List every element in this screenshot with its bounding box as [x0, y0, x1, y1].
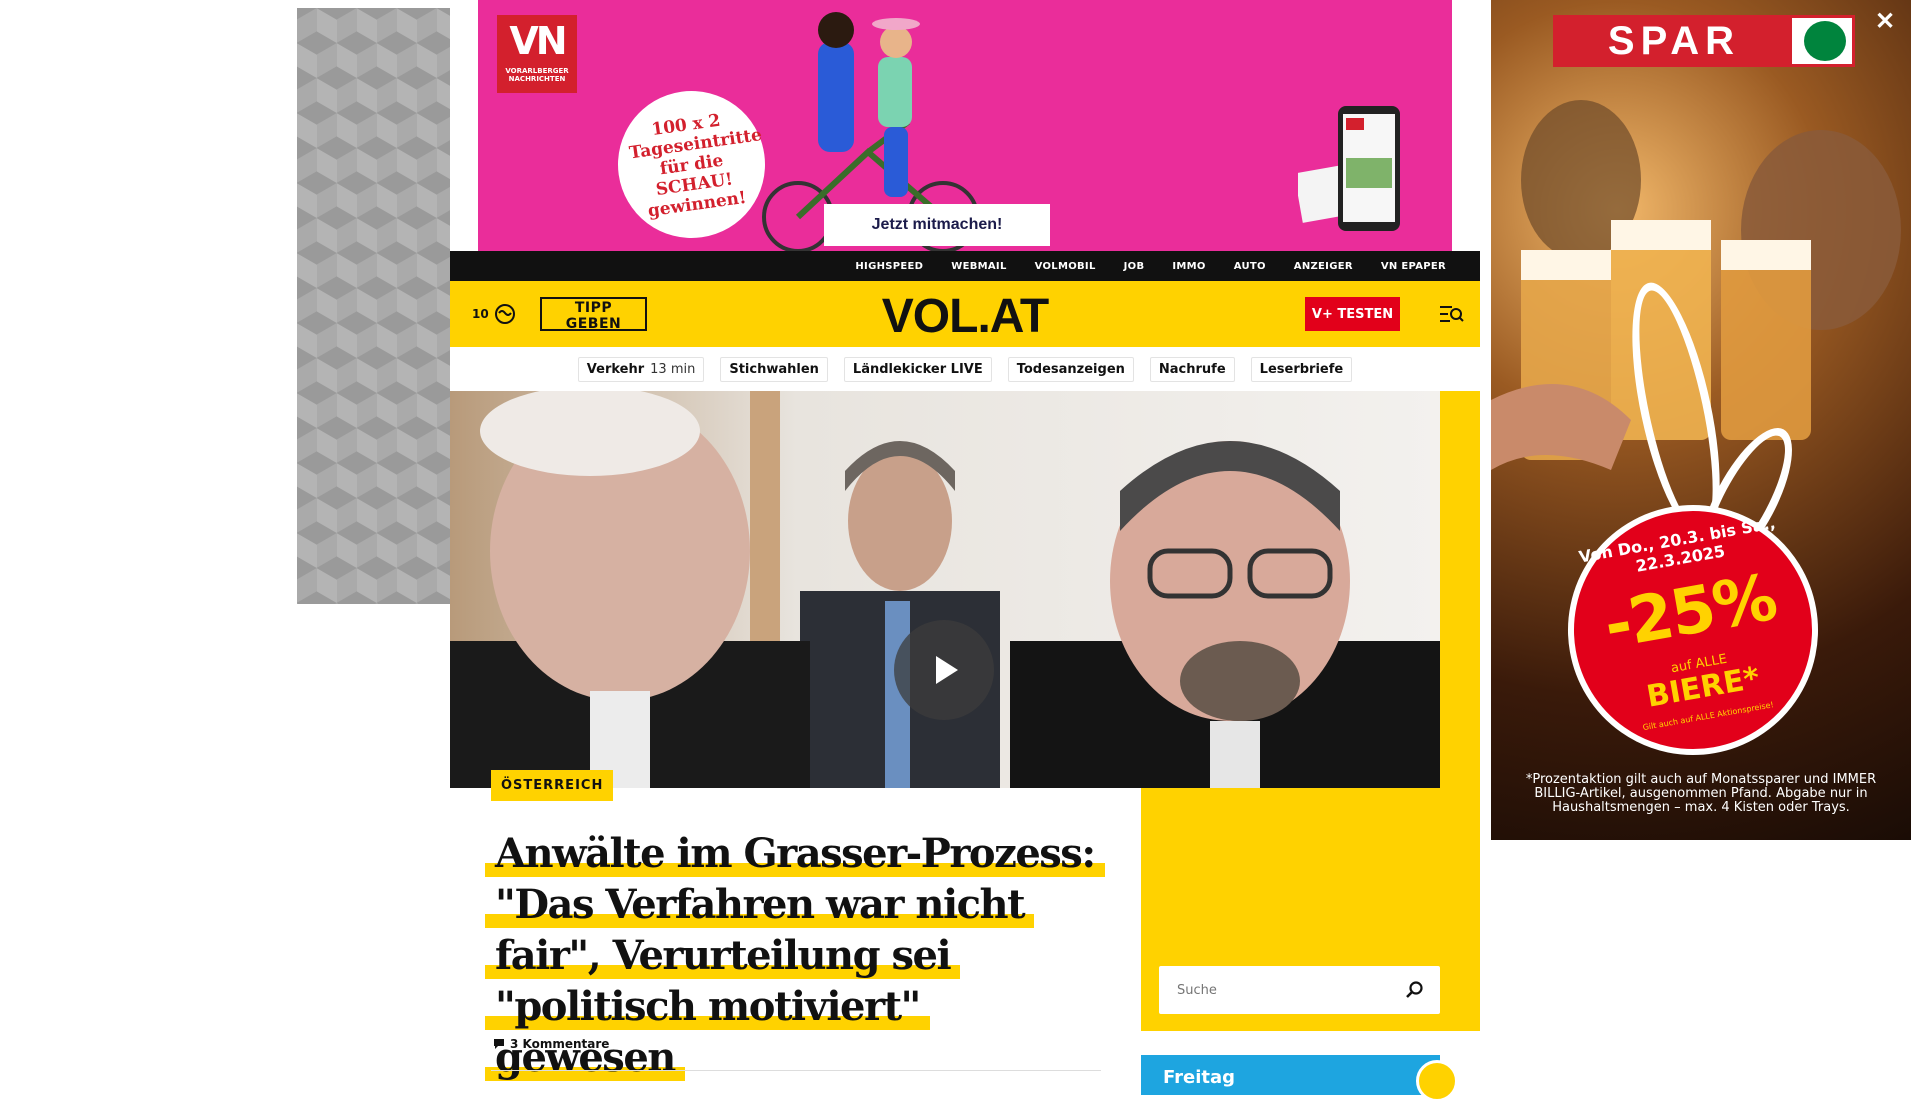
quicklink-leserbriefe[interactable]: Leserbriefe	[1250, 356, 1353, 382]
verkehr-time: 13 min	[650, 361, 696, 377]
top-nav-auto[interactable]: AUTO	[1220, 261, 1280, 272]
top-nav: HIGHSPEED WEBMAIL VOLMOBIL JOB IMMO AUTO…	[450, 251, 1480, 281]
article-divider	[491, 1070, 1101, 1071]
article-category[interactable]: ÖSTERREICH	[491, 770, 614, 801]
weather-day: Freitag	[1163, 1067, 1236, 1088]
top-nav-anzeiger[interactable]: ANZEIGER	[1280, 261, 1367, 272]
spar-fine-print: *Prozentaktion gilt auch auf Monatsspare…	[1525, 772, 1877, 815]
vplus-testen-button[interactable]: V+ TESTEN	[1305, 297, 1400, 331]
spar-tree-icon	[1804, 21, 1846, 61]
top-nav-immo[interactable]: IMMO	[1158, 261, 1219, 272]
vn-logo-mark: VN	[509, 19, 567, 63]
sun-icon	[1416, 1060, 1458, 1102]
menu-search-icon[interactable]	[1438, 303, 1464, 325]
quicklink-stichwahlen[interactable]: Stichwahlen	[720, 356, 828, 382]
play-icon	[936, 656, 958, 684]
comments-count: 3 Kommentare	[510, 1037, 610, 1051]
close-icon: ✕	[1875, 8, 1896, 35]
spar-ad[interactable]: SPAR Von Do., 20.3. bis Sa., 22.3.2025 -…	[1491, 0, 1911, 840]
tipp-geben-button[interactable]: TIPP GEBEN	[540, 297, 647, 332]
site-header: 10 TIPP GEBEN VOL.AT V+ TESTEN	[450, 281, 1480, 347]
weather-card[interactable]: Freitag	[1141, 1055, 1440, 1095]
search-box[interactable]	[1159, 966, 1440, 1014]
search-input[interactable]	[1175, 981, 1375, 999]
quicklink-nachrufe[interactable]: Nachrufe	[1149, 356, 1235, 382]
quicklinks-bar: Verkehr 13 min Stichwahlen Ländlekicker …	[450, 347, 1480, 391]
spar-logo: SPAR	[1553, 15, 1855, 67]
verkehr-label: Verkehr	[586, 361, 645, 377]
vn-logo-sub: VORARLBERGER NACHRICHTEN	[505, 67, 569, 83]
top-nav-webmail[interactable]: WEBMAIL	[937, 261, 1020, 272]
epaper-tablet-illustration	[1298, 106, 1400, 231]
top-nav-vn-epaper[interactable]: VN EPAPER	[1367, 261, 1460, 272]
cloud-icon	[494, 304, 515, 324]
quicklink-laendlekicker[interactable]: Ländlekicker LIVE	[843, 356, 992, 382]
quicklink-todesanzeigen[interactable]: Todesanzeigen	[1007, 356, 1134, 382]
hero-image[interactable]	[450, 391, 1440, 788]
contest-badge-text: 100 x 2 Tageseintritte für die SCHAU! ge…	[627, 110, 764, 221]
contest-badge: 100 x 2 Tageseintritte für die SCHAU! ge…	[608, 81, 775, 248]
comment-icon	[494, 1039, 504, 1049]
weather-temp: 10	[472, 307, 489, 321]
top-nav-highspeed[interactable]: HIGHSPEED	[841, 261, 937, 272]
vn-logo: VN VORARLBERGER NACHRICHTEN	[497, 15, 577, 93]
search-icon[interactable]	[1404, 980, 1424, 1000]
video-play-button[interactable]	[894, 620, 994, 720]
spar-logo-text: SPAR	[1556, 18, 1792, 64]
hero-photo	[450, 391, 1440, 788]
article-comments[interactable]: 3 Kommentare	[493, 1037, 609, 1051]
close-ad-button[interactable]: ✕	[1869, 8, 1896, 35]
lead-article: ÖSTERREICH Anwälte im Grasser-Prozess: "…	[450, 770, 1141, 1081]
left-ad-pattern[interactable]	[297, 8, 450, 604]
quicklink-verkehr[interactable]: Verkehr 13 min	[577, 356, 705, 382]
top-banner-ad[interactable]: VN VORARLBERGER NACHRICHTEN 100 x 2 Tage…	[450, 0, 1480, 251]
top-nav-job[interactable]: JOB	[1110, 261, 1159, 272]
header-weather[interactable]: 10	[472, 303, 516, 325]
jetzt-mitmachen-button[interactable]: Jetzt mitmachen!	[824, 204, 1050, 246]
top-nav-volmobil[interactable]: VOLMOBIL	[1021, 261, 1110, 272]
